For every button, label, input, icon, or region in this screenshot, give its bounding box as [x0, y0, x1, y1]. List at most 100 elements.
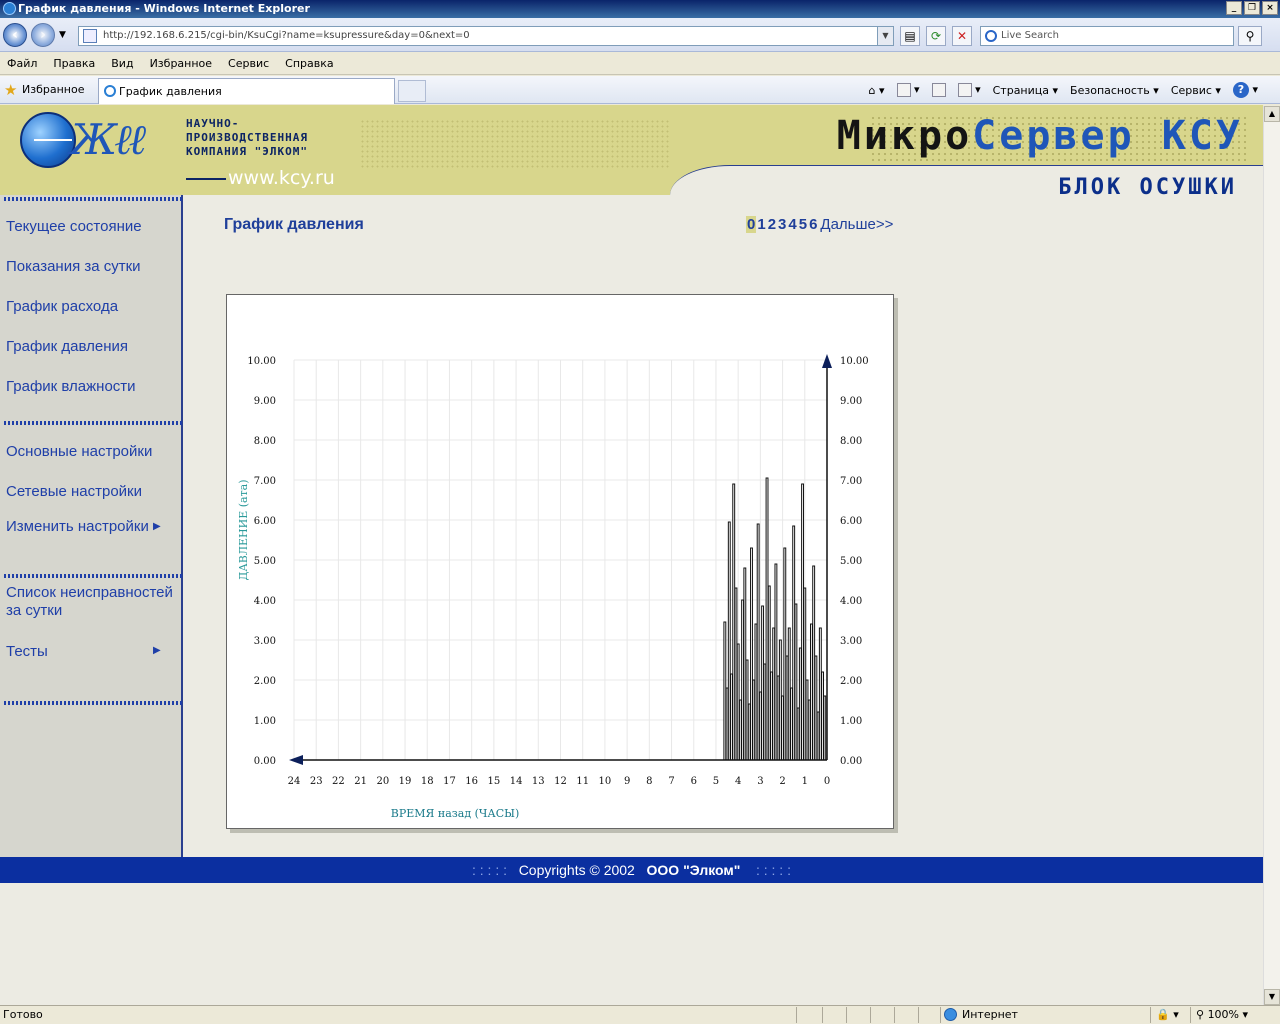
- tab-current[interactable]: График давления: [98, 78, 395, 104]
- sidebar-item-humidity-chart[interactable]: График влажности: [6, 378, 136, 396]
- tab-ie-icon: [104, 85, 116, 97]
- history-dropdown-icon[interactable]: ▼: [59, 30, 66, 40]
- x-tick-label: 8: [646, 776, 652, 787]
- close-button[interactable]: ×: [1262, 1, 1278, 15]
- day-link-0[interactable]: 0: [746, 216, 757, 233]
- day-link-2[interactable]: 2: [767, 216, 777, 233]
- bar: [738, 699, 742, 761]
- sidebar-item-fault-list[interactable]: Список неисправностей за сутки: [6, 584, 178, 620]
- y-tick-label-left: 9.00: [254, 396, 276, 407]
- y-tick-label-left: 0.00: [254, 756, 276, 767]
- y-tick-label-left: 6.00: [254, 516, 276, 527]
- scroll-down-icon[interactable]: ▼: [1264, 989, 1280, 1005]
- page-title: График давления: [224, 216, 364, 233]
- help-icon[interactable]: ? ▾: [1232, 82, 1258, 98]
- menu-favorites[interactable]: Избранное: [150, 57, 212, 70]
- y-tick-label-left: 3.00: [254, 636, 276, 647]
- address-bar[interactable]: http://192.168.6.215/cgi-bin/KsuCgi?name…: [78, 26, 894, 46]
- feeds-icon[interactable]: ▾: [896, 83, 920, 97]
- day-link-1[interactable]: 1: [756, 216, 766, 233]
- footer-dots-left: : : : : :: [472, 862, 508, 878]
- favorites-button[interactable]: ★ Избранное: [4, 81, 84, 99]
- menu-file[interactable]: Файл: [7, 57, 37, 70]
- y-tick-label-right: 0.00: [840, 756, 862, 767]
- x-tick-label: 10: [599, 776, 612, 787]
- sidebar-separator: [4, 421, 182, 425]
- tools-menu[interactable]: Сервис ▾: [1171, 84, 1221, 97]
- sidebar-item-network-settings[interactable]: Сетевые настройки: [6, 483, 142, 501]
- y-tick-label-left: 7.00: [254, 476, 276, 487]
- zoom-level[interactable]: ⚲ 100% ▾: [1196, 1006, 1248, 1024]
- x-tick-label: 4: [735, 776, 741, 787]
- bar: [756, 523, 760, 761]
- sidebar-item-daily-readings[interactable]: Показания за сутки: [6, 258, 141, 276]
- search-icon[interactable]: ⚲: [1238, 26, 1262, 46]
- bar: [734, 587, 738, 761]
- sidebar-item-main-settings[interactable]: Основные настройки: [6, 443, 152, 461]
- company-name: НАУЧНО- ПРОИЗВОДСТВЕННАЯ КОМПАНИЯ "ЭЛКОМ…: [186, 117, 308, 158]
- vertical-scrollbar[interactable]: ▲ ▼: [1263, 106, 1280, 1005]
- menu-tools[interactable]: Сервис: [228, 57, 269, 70]
- home-icon[interactable]: ⌂ ▾: [869, 84, 885, 97]
- bar: [736, 643, 740, 761]
- bar: [796, 707, 800, 761]
- website-link[interactable]: www.kcy.ru: [186, 167, 335, 189]
- day-link-6[interactable]: 6: [808, 216, 818, 233]
- x-tick-label: 6: [691, 776, 697, 787]
- back-button[interactable]: ‹: [3, 23, 27, 47]
- bar: [723, 621, 727, 761]
- y-tick-label-right: 1.00: [840, 716, 862, 727]
- bar: [727, 521, 731, 761]
- tab-bar: ★ Избранное График давления ⌂ ▾ ▾ ▾ Стра…: [0, 76, 1280, 104]
- bar: [758, 691, 762, 761]
- y-tick-label-right: 9.00: [840, 396, 862, 407]
- page-menu[interactable]: Страница ▾: [993, 84, 1058, 97]
- live-search-icon: [985, 30, 997, 42]
- new-tab-button[interactable]: [398, 80, 426, 102]
- menu-help[interactable]: Справка: [285, 57, 333, 70]
- compatibility-icon[interactable]: ▤: [900, 26, 920, 46]
- footer: : : : : : Copyrights © 2002 ООО "Элком" …: [0, 857, 1263, 883]
- minimize-button[interactable]: _: [1226, 1, 1242, 15]
- stop-icon[interactable]: ✕: [952, 26, 972, 46]
- maximize-button[interactable]: ❐: [1244, 1, 1260, 15]
- day-link-4[interactable]: 4: [787, 216, 797, 233]
- sidebar: Текущее состояние Показания за сутки Гра…: [0, 195, 183, 857]
- mail-icon[interactable]: [931, 83, 946, 97]
- safety-menu[interactable]: Безопасность ▾: [1070, 84, 1159, 97]
- scroll-up-icon[interactable]: ▲: [1264, 106, 1280, 122]
- x-tick-label: 7: [668, 776, 674, 787]
- sidebar-separator: [4, 197, 182, 201]
- y-tick-label-right: 4.00: [840, 596, 862, 607]
- y-tick-label-left: 8.00: [254, 436, 276, 447]
- y-tick-label-left: 10.00: [247, 356, 276, 367]
- sidebar-item-tests[interactable]: Тесты: [6, 643, 48, 661]
- bar: [787, 627, 791, 761]
- x-tick-label: 24: [288, 776, 301, 787]
- bar: [785, 655, 789, 761]
- day-link-3[interactable]: 3: [777, 216, 787, 233]
- address-dropdown-icon[interactable]: ▼: [877, 27, 893, 45]
- print-icon[interactable]: ▾: [957, 83, 981, 97]
- refresh-icon[interactable]: ⟳: [926, 26, 946, 46]
- sidebar-item-flow-chart[interactable]: График расхода: [6, 298, 118, 316]
- search-input[interactable]: Live Search: [980, 26, 1234, 46]
- menu-view[interactable]: Вид: [111, 57, 133, 70]
- forward-button[interactable]: ›: [31, 23, 55, 47]
- day-navigation: 0 1 2 3 4 5 6 Дальше>>: [746, 216, 893, 233]
- protected-mode-icon[interactable]: 🔒 ▾: [1156, 1006, 1179, 1024]
- window-title: График давления - Windows Internet Explo…: [18, 2, 310, 15]
- sidebar-item-pressure-chart[interactable]: График давления: [6, 338, 128, 356]
- x-tick-label: 20: [376, 776, 389, 787]
- next-link[interactable]: Дальше>>: [820, 216, 893, 233]
- bar: [778, 639, 782, 761]
- menu-edit[interactable]: Правка: [53, 57, 95, 70]
- x-tick-label: 17: [443, 776, 456, 787]
- globe-icon: [944, 1008, 957, 1021]
- x-tick-label: 18: [421, 776, 434, 787]
- sidebar-item-current-state[interactable]: Текущее состояние: [6, 218, 142, 236]
- y-tick-label-right: 5.00: [840, 556, 862, 567]
- sidebar-item-change-settings[interactable]: Изменить настройки: [6, 518, 149, 536]
- status-text: Готово: [3, 1008, 43, 1021]
- day-link-5[interactable]: 5: [798, 216, 808, 233]
